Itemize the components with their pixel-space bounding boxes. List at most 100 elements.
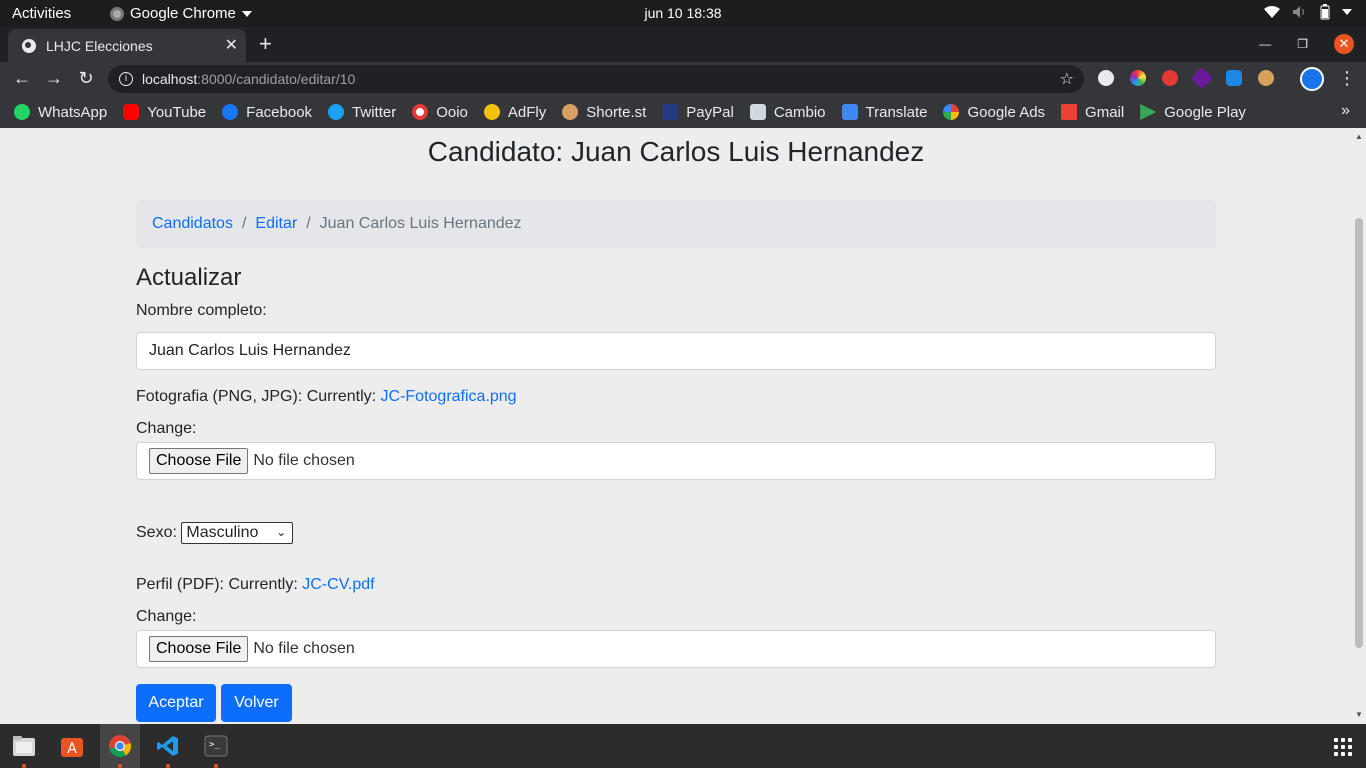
clock[interactable]: jun 10 18:38 — [0, 5, 1366, 21]
battery-icon — [1320, 4, 1330, 20]
profile-avatar[interactable] — [1300, 67, 1324, 91]
volume-icon — [1293, 6, 1304, 18]
wifi-icon — [1264, 6, 1280, 18]
svg-text:>_: >_ — [209, 740, 220, 750]
new-tab-button[interactable]: + — [259, 31, 272, 57]
system-tray[interactable] — [1264, 4, 1352, 20]
breadcrumb: Candidatos / Editar / Juan Carlos Luis H… — [136, 200, 1216, 248]
software-center-icon[interactable]: A — [56, 730, 88, 762]
bookmark-translate[interactable]: Translate — [841, 104, 927, 121]
address-bar[interactable]: i localhost :8000/candidato/editar/10 ☆ — [108, 65, 1084, 93]
globe-icon — [22, 38, 36, 53]
bookmark-paypal[interactable]: PayPal — [662, 104, 734, 121]
adblock-icon[interactable] — [1162, 70, 1178, 86]
running-indicator — [166, 764, 170, 768]
browser-toolbar: ← → ↻ i localhost :8000/candidato/editar… — [0, 62, 1366, 96]
bookmark-star-icon[interactable]: ☆ — [1060, 69, 1074, 89]
page-scrollbar[interactable]: ▲ ▼ — [1352, 128, 1366, 724]
whatsapp-icon — [14, 104, 30, 120]
perfil-file-input[interactable]: Choose File No file chosen — [136, 630, 1216, 668]
breadcrumb-separator: / — [241, 215, 247, 232]
sexo-select[interactable]: Masculino ⌄ — [181, 522, 294, 544]
scroll-thumb[interactable] — [1355, 218, 1363, 648]
tab-title: LHJC Elecciones — [46, 37, 153, 54]
info-icon[interactable]: i — [119, 72, 133, 86]
page-content: Candidato: Juan Carlos Luis Hernandez Ca… — [0, 128, 1352, 724]
sexo-select-value: Masculino — [186, 524, 259, 541]
cambio-icon — [749, 104, 766, 120]
adfly-icon — [483, 104, 500, 120]
chevron-down-icon: ⌄ — [276, 525, 287, 539]
menu-icon[interactable]: ⋮ — [1338, 68, 1356, 89]
perfil-no-file-text: No file chosen — [253, 640, 355, 657]
bookmark-google-ads[interactable]: Google Ads — [943, 104, 1045, 121]
show-applications-icon[interactable] — [1334, 738, 1352, 756]
nombre-input[interactable]: Juan Carlos Luis Hernandez — [136, 332, 1216, 370]
vscode-icon[interactable] — [152, 730, 184, 762]
page-title: Candidato: Juan Carlos Luis Hernandez — [427, 136, 925, 167]
perfil-label: Perfil (PDF): Currently: JC-CV.pdf — [136, 576, 375, 594]
sexo-field: Sexo: Masculino ⌄ — [136, 522, 294, 544]
bookmark-ooio[interactable]: Ooio — [412, 104, 468, 121]
close-tab-icon[interactable]: ✕ — [225, 35, 238, 55]
reload-icon[interactable]: ↻ — [75, 68, 97, 89]
url-host: localhost — [142, 71, 198, 87]
breadcrumb-current: Juan Carlos Luis Hernandez — [319, 215, 522, 232]
google-icon — [943, 104, 960, 120]
shortest-icon — [562, 104, 579, 120]
bookmark-youtube[interactable]: YouTube — [123, 104, 206, 121]
translate-icon — [841, 104, 858, 120]
section-title: Actualizar — [136, 264, 242, 291]
nombre-input-value: Juan Carlos Luis Hernandez — [149, 342, 351, 359]
sexo-label: Sexo: — [136, 524, 182, 542]
scroll-down-icon[interactable]: ▼ — [1355, 710, 1363, 719]
minimize-icon[interactable]: — — [1259, 37, 1271, 51]
bookmark-adfly[interactable]: AdFly — [483, 104, 546, 121]
tab-strip: LHJC Elecciones ✕ + — ❐ ✕ — [0, 27, 1366, 62]
maximize-icon[interactable]: ❐ — [1297, 37, 1308, 51]
bookmark-google-play[interactable]: Google Play — [1140, 104, 1246, 121]
forward-arrow-icon[interactable]: → — [43, 68, 65, 89]
bookmark-shortest[interactable]: Shorte.st — [562, 104, 646, 121]
fotografia-label-text: Fotografia (PNG, JPG): Currently: — [136, 388, 381, 405]
files-icon[interactable] — [8, 730, 40, 762]
aceptar-button[interactable]: Aceptar — [136, 684, 216, 722]
running-indicator — [214, 764, 218, 768]
svg-text:A: A — [67, 741, 77, 757]
chrome-icon[interactable] — [104, 730, 136, 762]
perfil-change-label: Change: — [136, 608, 197, 625]
bookmark-gmail[interactable]: Gmail — [1061, 104, 1124, 121]
bookmark-twitter[interactable]: Twitter — [328, 104, 396, 121]
volver-button[interactable]: Volver — [221, 684, 292, 722]
more-bookmarks-icon[interactable]: » — [1341, 102, 1350, 120]
breadcrumb-editar[interactable]: Editar — [255, 215, 297, 233]
nombre-label: Nombre completo: — [136, 302, 267, 319]
fotografia-current-link[interactable]: JC-Fotografica.png — [381, 388, 517, 405]
fotografia-no-file-text: No file chosen — [253, 452, 355, 469]
chevron-down-icon — [1342, 9, 1352, 15]
paypal-icon — [662, 104, 679, 120]
perfil-current-link[interactable]: JC-CV.pdf — [302, 576, 374, 593]
bookmark-cambio[interactable]: Cambio — [749, 104, 826, 121]
extension-icon[interactable] — [1190, 66, 1214, 90]
color-picker-icon[interactable] — [1130, 70, 1146, 86]
extension-icon[interactable] — [1098, 70, 1114, 86]
breadcrumb-candidatos[interactable]: Candidatos — [152, 215, 233, 233]
back-arrow-icon[interactable]: ← — [11, 68, 33, 89]
fotografia-file-input[interactable]: Choose File No file chosen — [136, 442, 1216, 480]
dock: A >_ — [0, 724, 1366, 768]
terminal-icon[interactable]: >_ — [200, 730, 232, 762]
scroll-up-icon[interactable]: ▲ — [1355, 132, 1363, 141]
fotografia-choose-file-button[interactable]: Choose File — [149, 448, 249, 474]
perfil-label-text: Perfil (PDF): Currently: — [136, 576, 303, 593]
breadcrumb-separator: / — [306, 215, 311, 232]
tab-lhjc-elecciones[interactable]: LHJC Elecciones ✕ — [8, 29, 246, 62]
extension-icon[interactable] — [1226, 70, 1242, 86]
window-close-icon[interactable]: ✕ — [1334, 34, 1354, 54]
gmail-icon — [1061, 104, 1078, 120]
cookie-icon[interactable] — [1258, 70, 1274, 86]
bookmark-facebook[interactable]: Facebook — [222, 104, 312, 121]
bookmark-whatsapp[interactable]: WhatsApp — [14, 104, 107, 121]
perfil-choose-file-button[interactable]: Choose File — [149, 636, 249, 662]
ooio-icon — [412, 104, 429, 120]
